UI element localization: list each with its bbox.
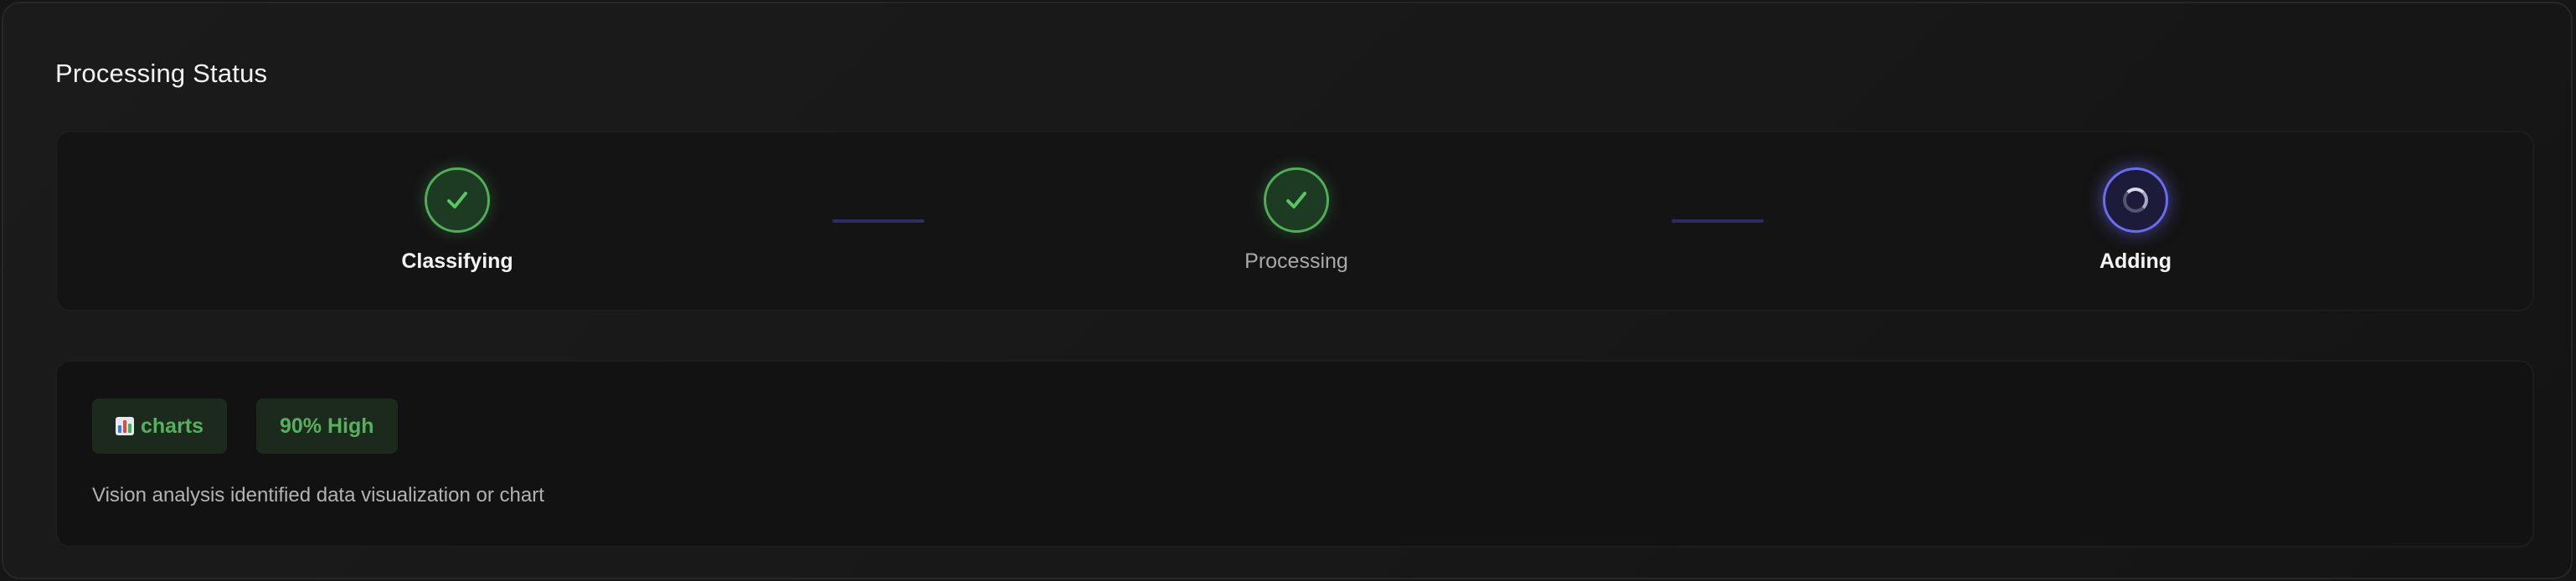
step-status-active bbox=[2103, 167, 2168, 233]
confidence-badge: 90% High bbox=[256, 398, 398, 454]
category-badge: charts bbox=[92, 398, 228, 454]
loading-spinner-icon bbox=[2123, 188, 2148, 213]
step-status-done bbox=[425, 167, 490, 233]
step-label: Classifying bbox=[401, 249, 513, 273]
step-adding: Adding bbox=[1968, 132, 2303, 313]
step-label: Adding bbox=[2099, 249, 2172, 273]
category-label: charts bbox=[141, 414, 204, 438]
step-status-done bbox=[1264, 167, 1329, 233]
step-label: Processing bbox=[1244, 249, 1348, 273]
step-processing: Processing bbox=[1129, 132, 1464, 313]
panel-title: Processing Status bbox=[55, 59, 268, 88]
classification-description: Vision analysis identified data visualiz… bbox=[92, 484, 544, 506]
confidence-label: 90% High bbox=[280, 414, 374, 438]
progress-stepper: Classifying Processing Adding bbox=[55, 131, 2534, 311]
step-classifying: Classifying bbox=[290, 132, 625, 313]
checkmark-icon bbox=[1286, 192, 1306, 208]
checkmark-icon bbox=[447, 192, 467, 208]
processing-status-panel: Processing Status Classifying Processing bbox=[2, 2, 2573, 579]
bar-chart-icon bbox=[116, 417, 134, 435]
classification-details: charts 90% High Vision analysis identifi… bbox=[55, 360, 2534, 548]
step-connector bbox=[1672, 219, 1764, 223]
step-connector bbox=[832, 219, 925, 223]
